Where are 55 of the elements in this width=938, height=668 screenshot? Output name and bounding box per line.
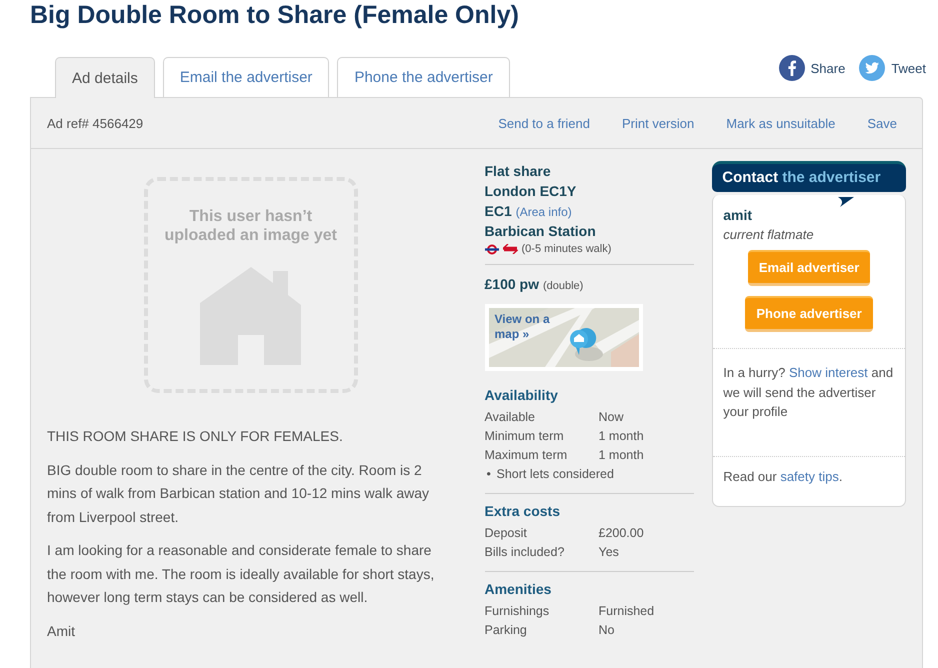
section-heading: Extra costs bbox=[484, 503, 561, 519]
rail-icon bbox=[502, 244, 518, 254]
show-interest-text: In a hurry? Show interest and we will send the advertiser your profile bbox=[723, 364, 894, 421]
section-heading: Availability bbox=[484, 387, 559, 403]
detail-label: Deposit bbox=[484, 525, 528, 542]
description-paragraph: BIG double room to share in the centre of the city. Room is 2 mins of walk from Barbican station and 10-12 mins walk away from Liverpool street. bbox=[47, 460, 430, 527]
action-link[interactable]: Mark as unsuitable bbox=[726, 116, 836, 130]
description-paragraph: THIS ROOM SHARE IS ONLY FOR FEMALES. bbox=[47, 427, 344, 446]
detail-note: Short lets considered bbox=[496, 466, 614, 483]
detail-label: Parking bbox=[484, 622, 528, 639]
facebook-icon[interactable] bbox=[778, 55, 805, 81]
detail-label: Furnishings bbox=[484, 603, 550, 620]
action-link[interactable]: Print version bbox=[622, 116, 694, 130]
detail-value: 1 month bbox=[598, 428, 644, 445]
detail-value: Yes bbox=[598, 544, 619, 561]
walk-time: (0-5 minutes walk) bbox=[522, 243, 612, 255]
share-link[interactable]: Share bbox=[810, 60, 846, 76]
detail-value: Furnished bbox=[598, 603, 654, 620]
tab[interactable]: Ad details bbox=[55, 57, 155, 98]
contact-heading: Contact the advertiser bbox=[712, 161, 906, 192]
room-size: (double) bbox=[542, 280, 584, 292]
advertiser-role: current flatmate bbox=[723, 227, 815, 242]
station-name: Barbican Station bbox=[484, 222, 597, 241]
tab[interactable]: Email the advertiser bbox=[162, 57, 330, 97]
detail-value: £200.00 bbox=[598, 525, 644, 542]
action-link[interactable]: Send to a friend bbox=[498, 116, 590, 130]
description-paragraph: I am looking for a reasonable and considerate female to share the room with me. The room is ideally available for short stays, however long term stays can be considered as well. bbox=[47, 541, 436, 607]
ad-reference: Ad ref# 4566429 bbox=[47, 116, 144, 130]
detail-label: Minimum term bbox=[484, 428, 565, 445]
detail-value: 1 month bbox=[598, 447, 644, 464]
advertiser-name: amit bbox=[723, 207, 754, 223]
property-type: Flat share bbox=[484, 162, 552, 181]
share-link[interactable]: Tweet bbox=[891, 60, 926, 76]
pointer-icon bbox=[838, 197, 854, 207]
action-link[interactable]: Save bbox=[867, 116, 897, 130]
tab[interactable]: Phone the advertiser bbox=[337, 57, 510, 97]
detail-value: Now bbox=[598, 409, 624, 426]
text-link[interactable]: safety tips bbox=[780, 468, 839, 484]
detail-value: No bbox=[598, 622, 614, 639]
placeholder-text: This user hasn’t uploaded an image yet bbox=[164, 207, 338, 245]
area-info-link[interactable]: (Area info) bbox=[516, 205, 572, 219]
detail-label: Bills included? bbox=[484, 544, 566, 561]
detail-label: Maximum term bbox=[484, 447, 568, 464]
description-paragraph: Amit bbox=[47, 622, 76, 640]
detail-label: Available bbox=[484, 409, 536, 426]
underground-icon bbox=[484, 244, 498, 254]
safety-text: Read our safety tips. bbox=[723, 468, 844, 484]
section-heading: Amenities bbox=[484, 581, 552, 597]
bullet-mark: • bbox=[486, 466, 492, 483]
twitter-icon[interactable] bbox=[859, 55, 886, 81]
page-title: Big Double Room to Share (Female Only) bbox=[30, 0, 519, 30]
text-link[interactable]: Show interest bbox=[789, 365, 868, 380]
location: London EC1Y bbox=[484, 182, 578, 201]
postcode-area: EC1 bbox=[484, 201, 512, 221]
rent-price: £100 pw bbox=[484, 275, 539, 294]
